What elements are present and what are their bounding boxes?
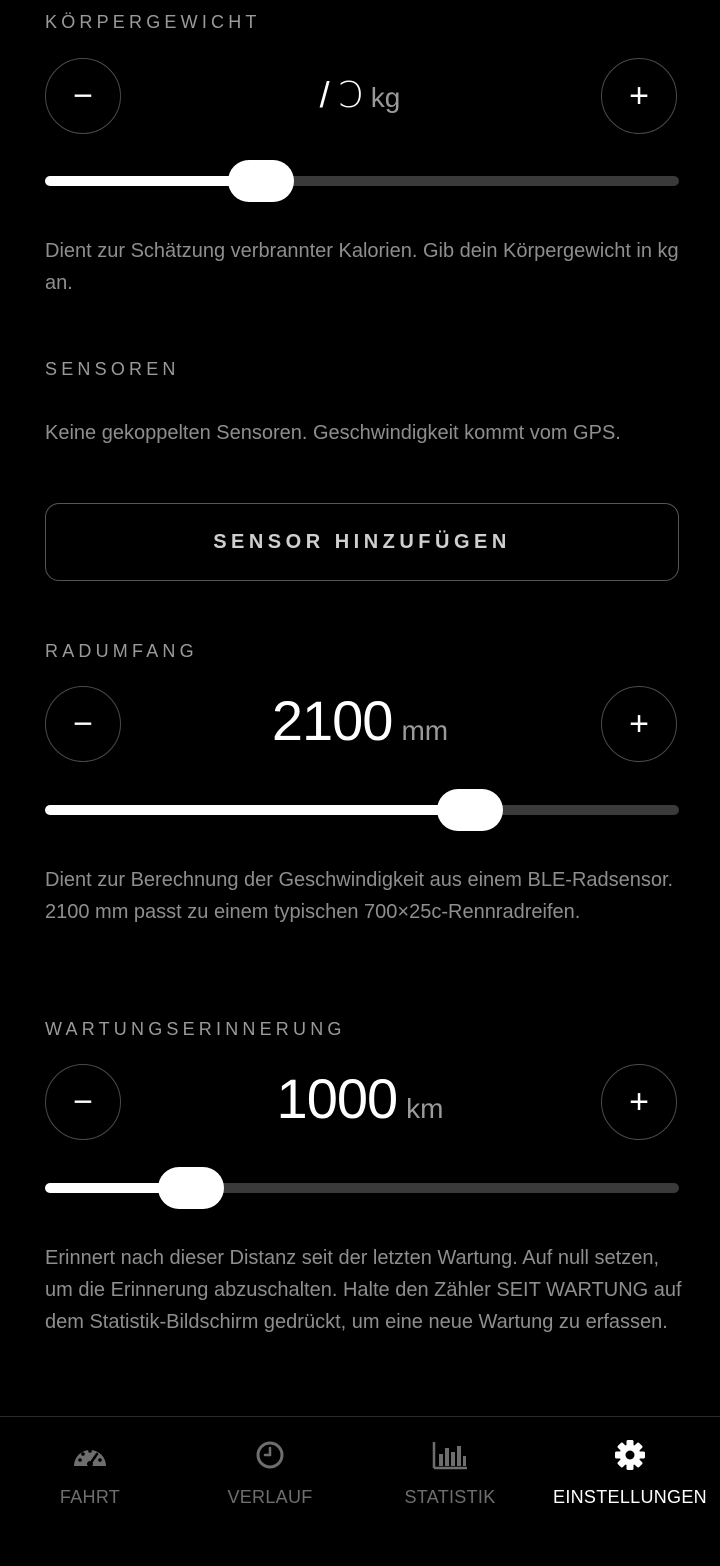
maintenance-increment-button[interactable]: + — [601, 1064, 677, 1140]
wheel-slider-thumb[interactable] — [436, 789, 503, 831]
wheel-slider-fill — [45, 805, 470, 815]
wheel-unit: mm — [401, 715, 449, 746]
weight-slider-thumb[interactable] — [227, 160, 294, 202]
weight-section-label: KÖRPERGEWICHT — [45, 12, 261, 32]
maintenance-section-label: WARTUNGSERINNERUNG — [45, 1019, 346, 1039]
maintenance-slider[interactable] — [45, 1167, 679, 1209]
minus-icon: − — [73, 1083, 93, 1121]
maintenance-decrement-button[interactable]: − — [45, 1064, 121, 1140]
weight-value: / Ↄ — [319, 74, 363, 115]
tab-fahrt[interactable]: FAHRT — [0, 1417, 180, 1517]
maintenance-value-display: 1000 km — [125, 1066, 595, 1131]
wheel-section-label: RADUMFANG — [45, 641, 198, 661]
maintenance-unit: km — [406, 1093, 444, 1124]
gear-icon — [612, 1439, 648, 1471]
wheel-decrement-button[interactable]: − — [45, 686, 121, 762]
minus-icon: − — [73, 77, 93, 115]
sensors-section-label: SENSOREN — [45, 359, 180, 379]
wheel-slider[interactable] — [45, 789, 679, 831]
plus-icon: + — [629, 705, 649, 743]
tab-verlauf[interactable]: VERLAUF — [180, 1417, 360, 1517]
minus-icon: − — [73, 705, 93, 743]
plus-icon: + — [629, 1083, 649, 1121]
tab-label: FAHRT — [59, 1487, 121, 1507]
weight-slider[interactable] — [45, 160, 679, 202]
wheel-value-display: 2100 mm — [125, 688, 595, 753]
weight-unit: kg — [370, 82, 401, 113]
weight-value-display: / Ↄ kg — [125, 74, 595, 116]
plus-icon: + — [629, 77, 649, 115]
maintenance-description: Erinnert nach dieser Distanz seit der le… — [45, 1247, 682, 1333]
bar-chart-icon — [432, 1439, 468, 1471]
tab-label: EINSTELLUNGEN — [553, 1487, 707, 1507]
wheel-increment-button[interactable]: + — [601, 686, 677, 762]
wheel-value: 2100 — [271, 689, 394, 752]
tab-einstellungen[interactable]: EINSTELLUNGEN — [540, 1417, 720, 1517]
tab-bar: FAHRT VERLAUF STATISTIK EINSTELLUNGEN — [0, 1416, 720, 1566]
speedometer-icon — [72, 1439, 108, 1471]
tab-statistik[interactable]: STATISTIK — [360, 1417, 540, 1517]
maintenance-slider-thumb[interactable] — [157, 1167, 224, 1209]
sensors-description: Keine gekoppelten Sensoren. Geschwindigk… — [45, 422, 621, 444]
weight-decrement-button[interactable]: − — [45, 58, 121, 134]
add-sensor-button[interactable]: SENSOR HINZUFÜGEN — [45, 503, 679, 581]
tab-label: VERLAUF — [227, 1487, 313, 1507]
maintenance-value: 1000 — [276, 1067, 399, 1130]
wheel-description: Dient zur Berechnung der Geschwindigkeit… — [45, 869, 674, 923]
tab-label: STATISTIK — [404, 1487, 496, 1507]
weight-description: Dient zur Schätzung verbrannter Kalorien… — [45, 240, 679, 294]
weight-increment-button[interactable]: + — [601, 58, 677, 134]
clock-icon — [252, 1439, 288, 1471]
